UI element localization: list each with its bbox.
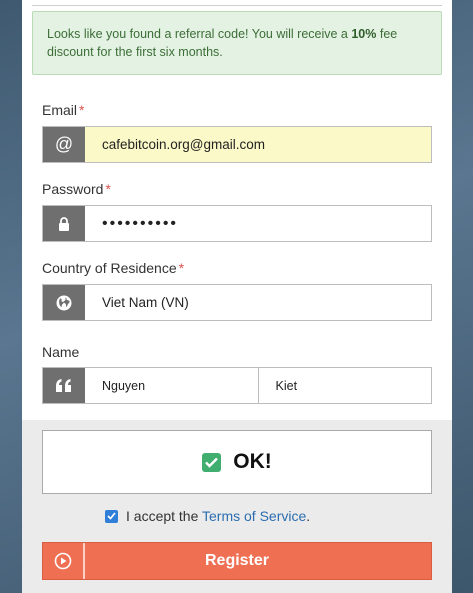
- country-field[interactable]: Viet Nam (VN): [42, 284, 432, 321]
- referral-alert: Looks like you found a referral code! Yo…: [32, 11, 442, 75]
- first-name-input[interactable]: Nguyen: [85, 368, 258, 403]
- signup-card: Looks like you found a referral code! Yo…: [22, 0, 452, 593]
- password-label: Password *: [42, 181, 111, 197]
- globe-icon: [43, 285, 85, 320]
- terms-prefix: I accept the: [126, 508, 203, 524]
- terms-suffix: .: [306, 508, 311, 524]
- captcha-status: OK!: [233, 450, 272, 473]
- country-label: Country of Residence *: [42, 260, 184, 276]
- quote-icon: [43, 368, 85, 403]
- country-label-text: Country of Residence: [42, 260, 177, 276]
- required-marker: *: [178, 260, 185, 276]
- at-icon: @: [43, 127, 85, 162]
- lock-icon: [43, 206, 85, 241]
- name-field: Nguyen Kiet: [42, 367, 432, 404]
- submit-panel: OK! I accept the Terms of Service. Regis…: [22, 420, 452, 593]
- last-name-input[interactable]: Kiet: [257, 368, 432, 403]
- password-field[interactable]: ••••••••••: [42, 205, 432, 242]
- terms-link[interactable]: Terms of Service: [202, 508, 306, 524]
- register-button[interactable]: Register: [42, 542, 432, 580]
- email-label: Email *: [42, 102, 84, 118]
- name-inputs: Nguyen Kiet: [85, 368, 431, 403]
- alert-text-before: Looks like you found a referral code! Yo…: [47, 27, 352, 41]
- required-marker: *: [79, 102, 85, 118]
- terms-row: I accept the Terms of Service.: [105, 508, 310, 524]
- email-input[interactable]: cafebitcoin.org@gmail.com: [85, 127, 431, 162]
- alert-discount: 10%: [351, 27, 377, 41]
- terms-checkbox[interactable]: [105, 509, 118, 523]
- captcha-widget[interactable]: OK!: [42, 430, 432, 494]
- register-label: Register: [204, 552, 270, 569]
- name-label-text: Name: [42, 344, 80, 360]
- checkmark-icon: [202, 452, 222, 472]
- email-field[interactable]: @ cafebitcoin.org@gmail.com: [42, 126, 432, 163]
- play-circle-icon: [43, 543, 85, 579]
- divider: [32, 5, 442, 6]
- password-label-text: Password: [42, 181, 104, 197]
- required-marker: *: [105, 181, 111, 197]
- terms-text: I accept the Terms of Service.: [126, 508, 310, 524]
- name-label: Name: [42, 344, 79, 360]
- email-label-text: Email: [42, 102, 78, 118]
- country-select[interactable]: Viet Nam (VN): [85, 285, 431, 320]
- password-input[interactable]: ••••••••••: [85, 206, 431, 241]
- at-symbol: @: [54, 134, 74, 154]
